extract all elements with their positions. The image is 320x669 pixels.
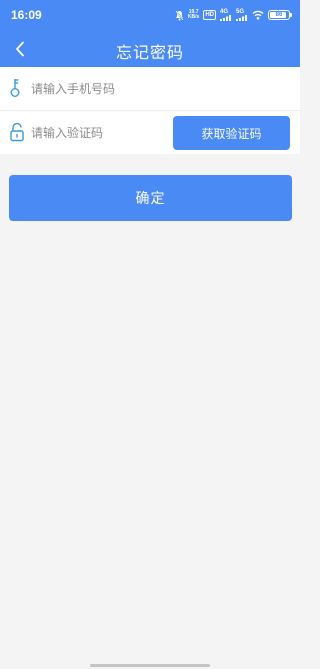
hd-badge: HD bbox=[203, 10, 216, 20]
signal-icon bbox=[220, 15, 231, 21]
status-time: 16:09 bbox=[11, 8, 42, 22]
page-title: 忘记密码 bbox=[115, 43, 184, 62]
code-row: 获取验证码 bbox=[0, 110, 300, 154]
form: 获取验证码 bbox=[0, 67, 300, 154]
top-bar: 16:09 19.7 KB/s HD 4G 5G 86 忘记密码 bbox=[0, 0, 300, 67]
phone-input[interactable] bbox=[31, 78, 161, 100]
key-icon bbox=[10, 79, 20, 97]
battery-level: 86 bbox=[275, 12, 283, 18]
home-indicator[interactable] bbox=[90, 664, 210, 667]
battery-icon: 86 bbox=[268, 10, 292, 20]
mute-icon bbox=[175, 10, 184, 20]
status-bar: 16:09 19.7 KB/s HD 4G 5G 86 bbox=[0, 0, 300, 32]
net-speed: 19.7 KB/s bbox=[188, 10, 199, 20]
confirm-button[interactable]: 确定 bbox=[9, 175, 292, 221]
unlock-icon bbox=[10, 122, 24, 142]
get-code-button[interactable]: 获取验证码 bbox=[173, 116, 290, 150]
net-5g: 5G bbox=[236, 9, 248, 21]
net-speed-unit: KB/s bbox=[187, 14, 200, 20]
title-bar: 忘记密码 bbox=[0, 32, 300, 67]
signal-icon bbox=[236, 15, 247, 21]
net-4g: 4G bbox=[220, 9, 232, 21]
status-icons: 19.7 KB/s HD 4G 5G 86 bbox=[175, 9, 292, 21]
code-input[interactable] bbox=[31, 122, 161, 144]
wifi-icon bbox=[252, 10, 264, 20]
phone-row bbox=[0, 67, 300, 110]
